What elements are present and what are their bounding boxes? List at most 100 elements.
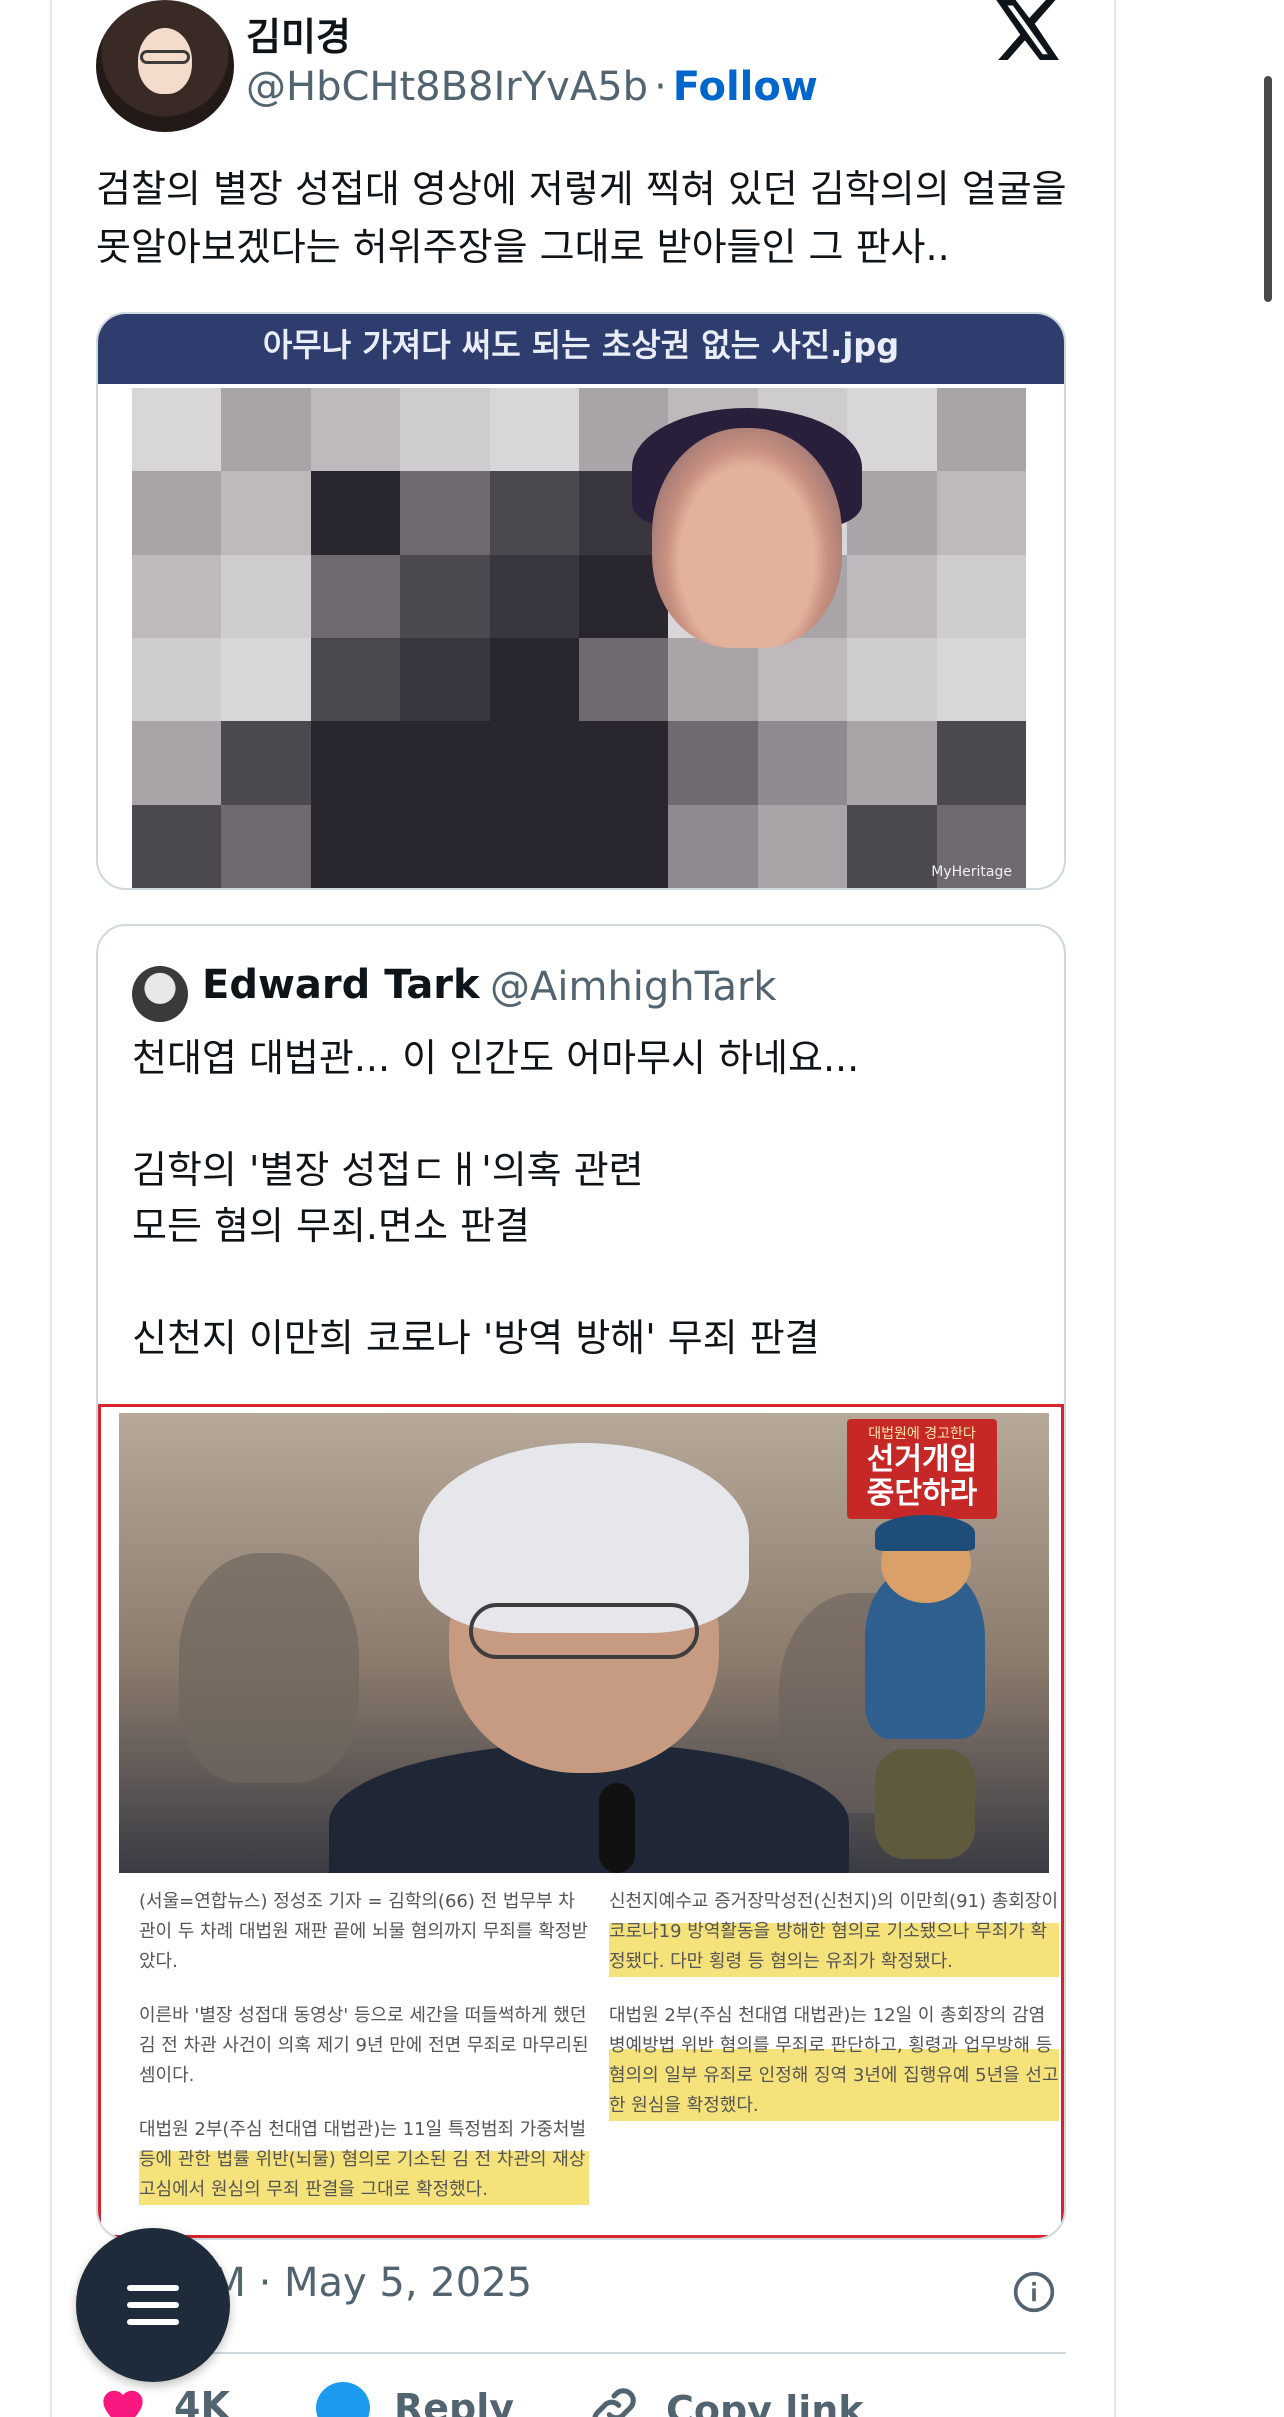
author-name[interactable]: 김미경: [246, 6, 351, 61]
mosaic-tile: [221, 721, 311, 805]
link-icon: [592, 2388, 636, 2417]
mosaic-tile: [489, 388, 579, 472]
mosaic-tile: [132, 554, 222, 638]
mosaic-tile: [310, 554, 401, 638]
heart-icon: [103, 2390, 143, 2417]
photo-face: [652, 428, 842, 648]
reply-action[interactable]: Reply: [316, 2382, 514, 2417]
mosaic-tile: [489, 471, 579, 555]
mosaic-tile: [132, 804, 222, 888]
article-paragraph: 이른바 '별장 성접대 동영상' 등으로 세간을 떠들썩하게 했던 김 전 차관…: [139, 2005, 589, 2086]
quote-author-name[interactable]: Edward Tark: [202, 962, 480, 1008]
mosaic-tile: [310, 638, 401, 722]
follow-button[interactable]: Follow: [673, 64, 818, 110]
mosaic-tile: [400, 638, 490, 722]
mosaic-tile: [489, 804, 579, 888]
sign-line-1: 선거개입: [866, 1442, 978, 1477]
mosaic-tile: [132, 721, 222, 805]
photo-glasses: [469, 1603, 699, 1659]
mosaic-tile: [936, 554, 1026, 638]
author-avatar[interactable]: [96, 0, 234, 132]
protest-cartoon: 대법원에 경고한다 선거개입 중단하라: [835, 1419, 1025, 1869]
mosaic-tile: [489, 721, 579, 805]
reply-icon: [316, 2382, 370, 2417]
mosaic-tile: [579, 721, 669, 805]
tweet-actions: 4K Reply Copy link: [96, 2380, 1066, 2417]
like-count: 4K: [174, 2384, 230, 2417]
copy-link-action[interactable]: Copy link: [586, 2382, 864, 2417]
mosaic-tile: [132, 471, 222, 555]
mosaic-tile: [936, 471, 1026, 555]
article-column-left: (서울=연합뉴스) 정성조 기자 = 김학의(66) 전 법무부 차관이 두 차…: [139, 1887, 589, 2229]
mosaic-tile: [668, 638, 758, 722]
tweet-timestamp[interactable]: AM · May 5, 2025: [184, 2260, 532, 2306]
menu-icon: [127, 2285, 179, 2325]
separator-dot: ·: [654, 64, 667, 110]
mosaic-tile: [757, 721, 848, 805]
mosaic-tile: [489, 638, 579, 722]
like-action[interactable]: 4K: [96, 2382, 230, 2417]
mosaic-tile: [847, 721, 937, 805]
menu-button[interactable]: [76, 2228, 230, 2382]
mosaic-tile: [310, 388, 401, 472]
image-banner: 아무나 가져다 써도 되는 초상권 없는 사진.jpg: [98, 314, 1064, 384]
mosaic-tile: [132, 638, 222, 722]
x-logo-icon[interactable]: [996, 0, 1062, 60]
mosaic-tile: [847, 638, 937, 722]
protest-sign: 대법원에 경고한다 선거개입 중단하라: [847, 1419, 997, 1519]
article-paragraph: 대법원 2부(주심 천대엽 대법관)는 11일 특정범죄 가중처벌 등에 관한 …: [139, 2115, 589, 2205]
mosaic-tile: [936, 721, 1026, 805]
scrollbar[interactable]: [1264, 76, 1272, 302]
quoted-tweet[interactable]: Edward Tark @AimhighTark 천대엽 대법관... 이 인간…: [96, 924, 1066, 2240]
microphone: [599, 1783, 635, 1873]
mosaic-tile: [400, 388, 490, 472]
mosaic-tile: [579, 638, 669, 722]
author-handle-row: @HbCHt8B8IrYvA5b · Follow: [246, 64, 818, 110]
mosaic-tile: [489, 554, 579, 638]
mosaic-tile: [221, 638, 311, 722]
mosaic-tile: [936, 388, 1026, 472]
avatar-glasses: [140, 50, 190, 64]
quote-text: 천대엽 대법관... 이 인간도 어마무시 하네요... 김학의 '별장 성접ㄷ…: [132, 1036, 860, 1360]
article-paragraph: 대법원 2부(주심 천대엽 대법관)는 12일 이 총회장의 감염병예방법 위반…: [609, 2001, 1059, 2121]
mosaic-tile: [400, 554, 490, 638]
mosaic-tile: [400, 721, 490, 805]
photo-background-person: [179, 1553, 359, 1783]
article-paragraph: (서울=연합뉴스) 정성조 기자 = 김학의(66) 전 법무부 차관이 두 차…: [139, 1891, 588, 1972]
mosaic-tile: [936, 638, 1026, 722]
sign-small-text: 대법원에 경고한다: [868, 1426, 976, 1442]
mosaic-tile: [400, 471, 490, 555]
quote-avatar[interactable]: [132, 966, 188, 1022]
quote-author-handle[interactable]: @AimhighTark: [490, 964, 777, 1010]
mosaic-tile: [668, 721, 758, 805]
author-handle[interactable]: @HbCHt8B8IrYvA5b: [246, 64, 648, 110]
sign-line-2: 중단하라: [866, 1476, 978, 1511]
mosaic-tile: [668, 804, 758, 888]
tweet-image[interactable]: 아무나 가져다 써도 되는 초상권 없는 사진.jpg MyHeritage: [96, 312, 1066, 890]
cartoon-cap: [875, 1515, 975, 1551]
mosaic-tile: [757, 638, 848, 722]
mosaic-tile: [221, 804, 311, 888]
article-paragraph: 신천지예수교 증거장막성전(신천지)의 이만희(91) 총회장이 코로나19 방…: [609, 1887, 1059, 1977]
mosaic-tile: [132, 388, 222, 472]
news-article-excerpt: (서울=연합뉴스) 정성조 기자 = 김학의(66) 전 법무부 차관이 두 차…: [119, 1887, 1059, 2235]
quote-image[interactable]: 대법원에 경고한다 선거개입 중단하라 (서울=연합뉴스) 정성조 기자 = 김…: [98, 1404, 1064, 2238]
mosaic-photo: MyHeritage: [132, 388, 1026, 888]
mosaic-tile: [221, 554, 311, 638]
info-icon[interactable]: [1012, 2270, 1056, 2314]
cartoon-backpack: [875, 1749, 975, 1859]
mosaic-tile: [221, 471, 311, 555]
mosaic-tile: [579, 804, 669, 888]
mosaic-tile: [310, 471, 401, 555]
mosaic-tile: [310, 721, 401, 805]
image-watermark: MyHeritage: [931, 864, 1012, 880]
mosaic-tile: [310, 804, 401, 888]
tweet-text: 검찰의 별장 성접대 영상에 저렇게 찍혀 있던 김학의의 얼굴을 못알아보겠다…: [96, 167, 1067, 269]
divider: [96, 2352, 1066, 2354]
mosaic-tile: [847, 554, 937, 638]
reply-label: Reply: [394, 2386, 515, 2417]
mosaic-tile: [221, 388, 311, 472]
copy-link-label: Copy link: [666, 2388, 864, 2417]
mosaic-tile: [757, 804, 848, 888]
mosaic-tile: [847, 804, 937, 888]
